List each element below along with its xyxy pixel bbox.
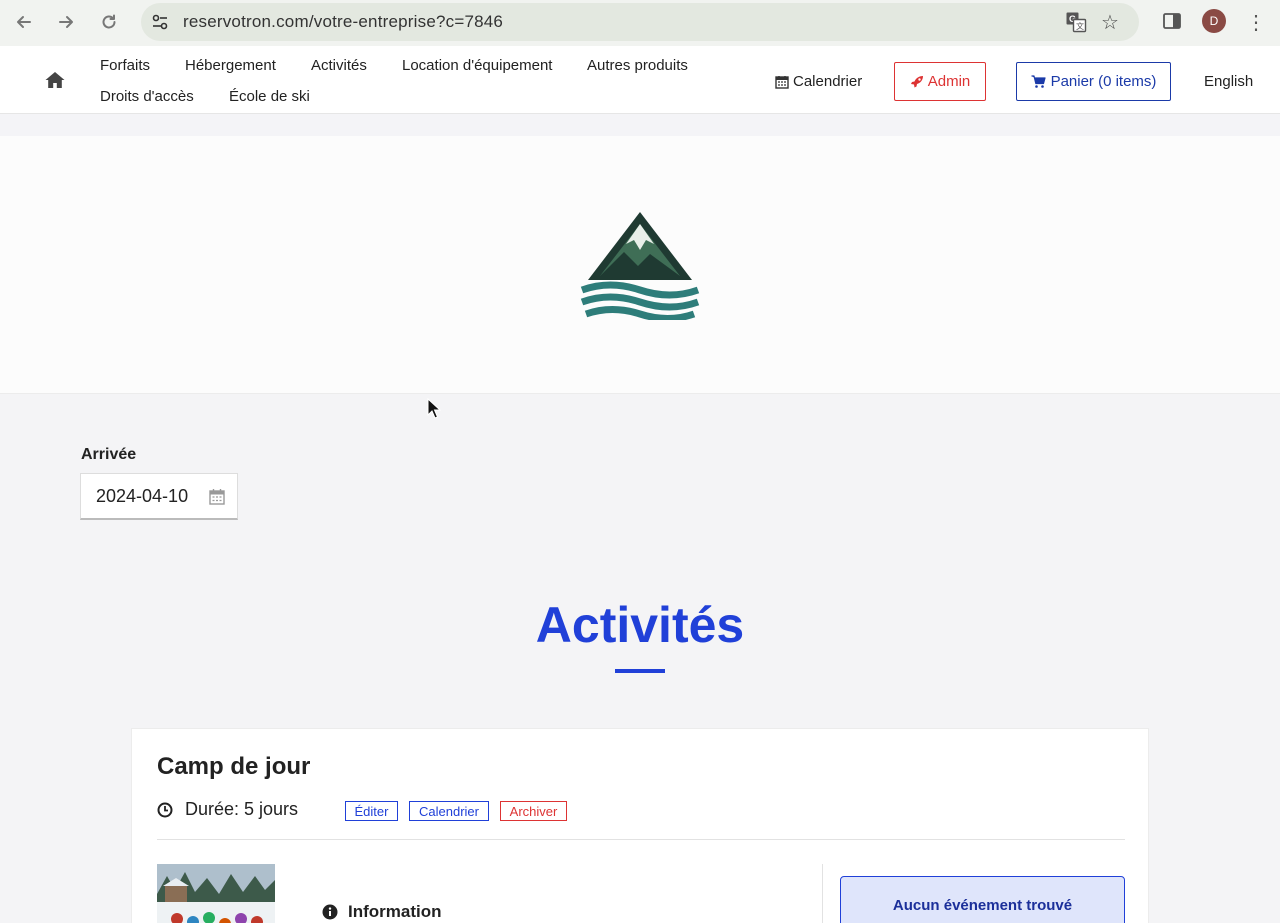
company-logo: [580, 210, 700, 322]
cart-button-label: Panier (0 items): [1050, 73, 1157, 90]
archive-button[interactable]: Archiver: [500, 801, 567, 821]
calendar-icon: [775, 75, 789, 89]
nav-link-activites[interactable]: Activités: [311, 57, 367, 74]
address-bar[interactable]: reservotron.com/votre-entreprise?c=7846 …: [141, 3, 1139, 41]
mouse-cursor-icon: [427, 397, 442, 420]
profile-avatar[interactable]: D: [1202, 9, 1226, 33]
site-navbar: Forfaits Hébergement Activités Location …: [0, 46, 1280, 114]
cart-button[interactable]: Panier (0 items): [1016, 62, 1171, 101]
admin-button-label: Admin: [927, 73, 971, 90]
admin-button[interactable]: Admin: [894, 62, 986, 101]
activity-card: Camp de jour Durée: 5 jours Éditer Calen…: [131, 728, 1149, 923]
duration-text: Durée: 5 jours: [185, 799, 299, 819]
information-label: Information: [348, 902, 442, 921]
activity-calendar-button[interactable]: Calendrier: [409, 801, 489, 821]
arrival-date-input[interactable]: 2024-04-10: [80, 473, 238, 520]
activity-duration: Durée: 5 jours: [157, 799, 298, 820]
calendar-link[interactable]: Calendrier: [775, 73, 862, 90]
card-vertical-divider: [822, 864, 823, 923]
hero-banner: [0, 136, 1280, 394]
nav-link-hebergement[interactable]: Hébergement: [185, 57, 276, 74]
bookmark-star-icon[interactable]: ☆: [1101, 10, 1119, 35]
calendar-icon[interactable]: [209, 488, 225, 510]
home-icon[interactable]: [44, 70, 66, 90]
nav-link-ecole-ski[interactable]: École de ski: [229, 88, 310, 105]
clock-icon: [157, 802, 173, 817]
section-title: Activités: [535, 597, 745, 653]
reload-icon[interactable]: [98, 11, 120, 33]
rocket-icon: [910, 75, 923, 87]
language-toggle[interactable]: English: [1204, 73, 1253, 90]
back-arrow-icon[interactable]: [13, 11, 35, 33]
nav-link-forfaits[interactable]: Forfaits: [100, 57, 150, 74]
translate-icon[interactable]: G文: [1065, 11, 1087, 38]
arrival-date-value[interactable]: 2024-04-10: [96, 486, 188, 507]
activity-title: Camp de jour: [157, 753, 311, 780]
activity-thumbnail[interactable]: [157, 864, 275, 923]
calendar-link-label: Calendrier: [793, 73, 863, 90]
information-toggle[interactable]: Information: [322, 902, 442, 922]
forward-arrow-icon[interactable]: [55, 11, 77, 33]
edit-button[interactable]: Éditer: [345, 801, 398, 821]
card-divider: [157, 839, 1125, 840]
nav-link-droits-acces[interactable]: Droits d'accès: [100, 88, 194, 105]
no-event-notice: Aucun événement trouvé: [840, 876, 1125, 923]
site-settings-icon[interactable]: [149, 11, 171, 33]
arrival-label: Arrivée: [81, 446, 137, 463]
svg-text:文: 文: [1076, 21, 1084, 31]
cart-icon: [1031, 74, 1046, 88]
side-panel-icon[interactable]: [1162, 11, 1182, 36]
section-title-underline: [615, 669, 665, 673]
hero-top-strip: [0, 114, 1280, 136]
info-icon: [322, 904, 338, 920]
browser-menu-icon[interactable]: ⋮: [1246, 10, 1266, 35]
nav-link-autres-produits[interactable]: Autres produits: [587, 57, 688, 74]
url-text[interactable]: reservotron.com/votre-entreprise?c=7846: [183, 12, 503, 32]
nav-link-location-equipement[interactable]: Location d'équipement: [402, 57, 552, 74]
browser-toolbar: reservotron.com/votre-entreprise?c=7846 …: [0, 0, 1280, 46]
